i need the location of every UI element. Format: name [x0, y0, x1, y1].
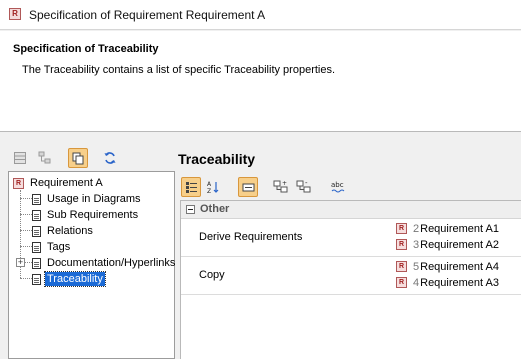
page-icon	[32, 241, 41, 253]
tree-guide-line	[20, 230, 32, 231]
tree-item-label: Sub Requirements	[47, 209, 139, 221]
requirement-number: 3	[413, 238, 420, 251]
show-description-button[interactable]	[238, 177, 258, 197]
tree-item-label: Usage in Diagrams	[47, 193, 141, 205]
tree-item-sub-requirements[interactable]: Sub Requirements	[32, 207, 140, 223]
requirement-name: Requirement A1	[420, 222, 500, 235]
table-view-icon	[14, 152, 26, 164]
property-group-label: Other	[200, 203, 230, 215]
requirement-number: 2	[413, 222, 420, 235]
expand-all-icon: +	[273, 180, 288, 193]
property-name: Derive Requirements	[199, 231, 303, 243]
description-title: Specification of Traceability	[13, 43, 159, 55]
page-icon	[32, 257, 41, 269]
table-view-button[interactable]	[10, 148, 30, 168]
collapse-all-button[interactable]: -	[294, 177, 314, 197]
requirement-name: Requirement A2	[420, 238, 500, 251]
requirement-name: Requirement A3	[420, 276, 500, 289]
description-text: The Traceability contains a list of spec…	[22, 64, 336, 76]
expand-toggle[interactable]: +	[16, 258, 25, 267]
copy-icon	[72, 152, 83, 164]
related-requirement-link[interactable]: R 3 Requirement A2	[396, 237, 499, 252]
tree-item-label: Documentation/Hyperlinks	[47, 257, 176, 269]
property-grid: Other Derive Requirements R 2 Requiremen…	[180, 200, 521, 359]
requirement-icon: R	[13, 177, 24, 189]
tree-item-traceability[interactable]: Traceability	[32, 271, 106, 287]
tree-item-tags[interactable]: Tags	[32, 239, 72, 255]
requirement-icon: R	[396, 239, 407, 250]
tree-item-label: Requirement A	[30, 177, 103, 189]
refresh-button[interactable]	[100, 148, 120, 168]
svg-text:Z: Z	[207, 188, 211, 194]
tree-view-icon	[38, 151, 51, 164]
window-title: Specification of Requirement Requirement…	[29, 8, 266, 22]
tree-item-label: Traceability	[44, 271, 106, 287]
property-name: Copy	[199, 269, 225, 281]
property-toolbar: A Z + - abc	[181, 177, 521, 199]
categorized-view-icon	[185, 181, 197, 193]
sort-alphabetically-icon: A Z	[207, 181, 219, 194]
page-icon	[32, 209, 41, 221]
refresh-icon	[104, 152, 116, 164]
tree-item-label: Relations	[47, 225, 93, 237]
related-requirement-link[interactable]: R 5 Requirement A4	[396, 259, 499, 274]
expand-all-button[interactable]: +	[271, 177, 291, 197]
copy-button[interactable]	[68, 148, 88, 168]
tree-view-button[interactable]	[35, 148, 55, 168]
requirement-number: 5	[413, 260, 420, 273]
sort-alphabetically-button[interactable]: A Z	[203, 177, 223, 197]
specification-tree: R Requirement A Usage in Diagrams Sub Re…	[8, 171, 175, 359]
window-titlebar: R Specification of Requirement Requireme…	[0, 0, 521, 30]
tree-item-documentation-hyperlinks[interactable]: Documentation/Hyperlinks	[32, 255, 177, 271]
related-requirement-link[interactable]: R 4 Requirement A3	[396, 275, 499, 290]
svg-text:+: +	[282, 180, 287, 187]
collapse-toggle[interactable]	[186, 205, 195, 214]
categorized-view-button[interactable]	[181, 177, 201, 197]
tree-guide-line	[20, 198, 32, 199]
panel-title: Traceability	[178, 151, 256, 167]
page-icon	[32, 225, 41, 237]
requirement-number: 4	[413, 276, 420, 289]
requirement-icon: R	[9, 8, 21, 20]
svg-text:A: A	[207, 181, 212, 188]
property-row-copy[interactable]: Copy R 5 Requirement A4 R 4 Requirement …	[181, 257, 521, 295]
requirement-icon: R	[396, 223, 407, 234]
tree-root-requirement-a[interactable]: R Requirement A	[13, 175, 105, 191]
property-row-derive-requirements[interactable]: Derive Requirements R 2 Requirement A1 R…	[181, 219, 521, 257]
tree-guide-line	[20, 246, 32, 247]
property-group-header[interactable]: Other	[181, 201, 521, 219]
spelling-check-button[interactable]: abc	[328, 177, 350, 197]
description-panel: Specification of Traceability The Tracea…	[0, 31, 521, 132]
page-icon	[32, 273, 41, 285]
collapse-all-icon: -	[296, 180, 311, 193]
svg-text:abc: abc	[331, 181, 344, 189]
requirement-name: Requirement A4	[420, 260, 500, 273]
requirement-icon: R	[396, 277, 407, 288]
tree-item-label: Tags	[47, 241, 71, 253]
tree-item-usage-in-diagrams[interactable]: Usage in Diagrams	[32, 191, 143, 207]
tree-guide-line	[20, 278, 32, 279]
tree-guide-line	[20, 214, 32, 215]
requirement-icon: R	[396, 261, 407, 272]
spelling-check-icon: abc	[331, 181, 345, 193]
page-icon	[32, 193, 41, 205]
tree-item-relations[interactable]: Relations	[32, 223, 95, 239]
svg-text:-: -	[305, 180, 308, 187]
show-description-icon	[242, 183, 254, 191]
related-requirement-link[interactable]: R 2 Requirement A1	[396, 221, 499, 236]
